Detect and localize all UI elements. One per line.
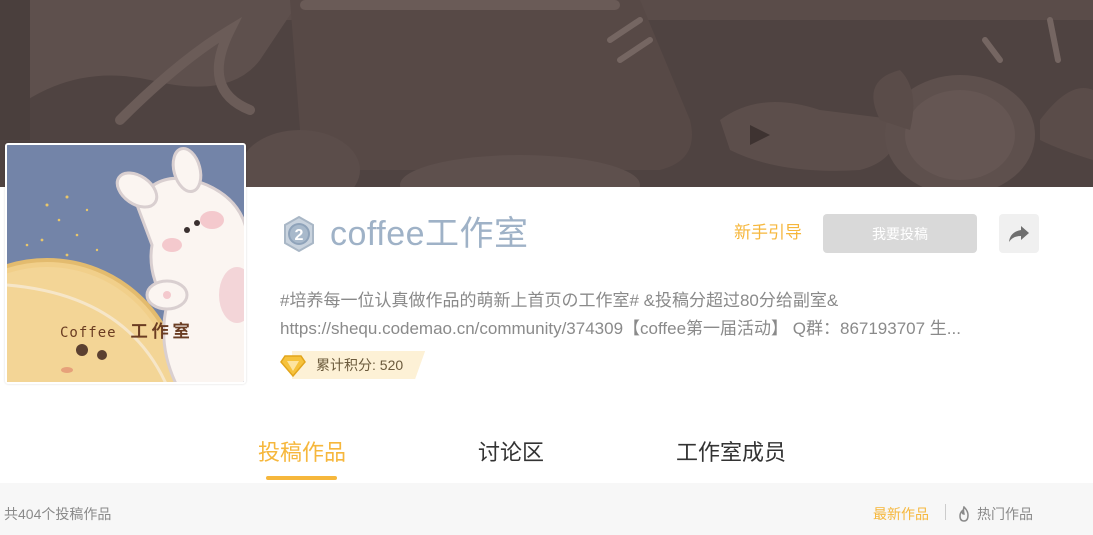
diamond-icon (280, 355, 306, 378)
works-count: 共404个投稿作品 (4, 506, 112, 522)
score-label: 累计积分: 520 (316, 357, 404, 373)
studio-page: Coffee 工作室 2 coffee工作室 新手引导 我要投稿 #培养每一位认真… (0, 0, 1093, 535)
level-badge-icon: 2 (284, 215, 314, 253)
guide-link[interactable]: 新手引导 (734, 221, 802, 245)
sort-hottest-label: 热门作品 (977, 506, 1033, 522)
tab-submitted-works[interactable]: 投稿作品 (258, 438, 346, 468)
works-toolbar: 共404个投稿作品 最新作品 热门作品 (0, 483, 1093, 535)
studio-avatar[interactable]: Coffee 工作室 (5, 143, 246, 384)
submit-work-button[interactable]: 我要投稿 (823, 214, 977, 253)
share-button[interactable] (999, 214, 1039, 253)
description-line-1: #培养每一位认真做作品的萌新上首页の工作室# &投稿分超过80分给副室& (280, 291, 839, 310)
avatar-caption-cn: 工作室 (130, 322, 194, 342)
avatar-illustration (7, 145, 244, 382)
active-tab-indicator (266, 476, 337, 480)
studio-title-row: 2 coffee工作室 (280, 212, 529, 256)
share-icon (1009, 225, 1029, 242)
score-label-container: 累计积分: 520 (292, 351, 425, 379)
sort-hottest-button[interactable]: 热门作品 (957, 504, 1033, 524)
sort-newest-button[interactable]: 最新作品 (873, 504, 929, 524)
studio-description: #培养每一位认真做作品的萌新上首页の工作室# &投稿分超过80分给副室& htt… (280, 287, 1040, 343)
score-tag: 累计积分: 520 (280, 351, 425, 379)
tab-members[interactable]: 工作室成员 (676, 438, 786, 468)
avatar-caption-en: Coffee (60, 325, 117, 341)
description-line-2: https://shequ.codemao.cn/community/37430… (280, 319, 961, 338)
avatar-caption: Coffee 工作室 (60, 317, 194, 342)
level-number: 2 (295, 227, 304, 244)
tab-discussion[interactable]: 讨论区 (478, 438, 544, 468)
fire-icon (959, 506, 969, 522)
studio-tabs: 投稿作品 讨论区 工作室成员 (0, 430, 1093, 482)
sort-divider (945, 504, 946, 520)
studio-name: coffee工作室 (330, 215, 529, 253)
